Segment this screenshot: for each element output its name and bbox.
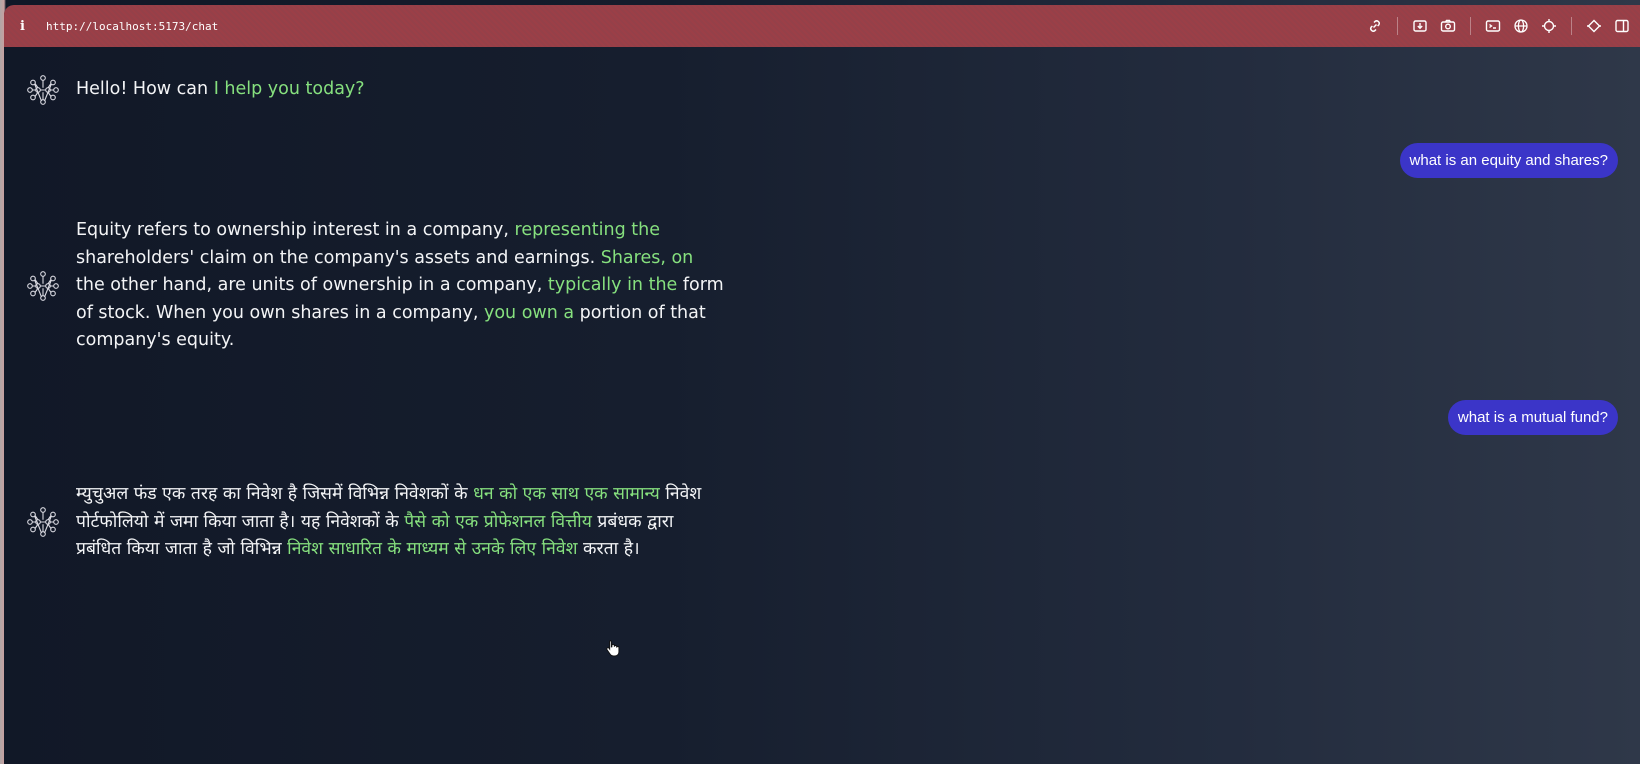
message-text-highlight: you own a: [483, 302, 575, 323]
url-bar[interactable]: http://localhost:5173/chat: [46, 20, 218, 33]
camera-icon[interactable]: [1434, 12, 1462, 40]
browser-toolbar: i http://localhost:5173/chat: [4, 5, 1640, 47]
message-text-highlight: पैसे को एक प्रोफेशनल वित्तीय: [404, 511, 592, 532]
bot-avatar-icon: [27, 270, 59, 301]
crosshair-icon[interactable]: [1535, 12, 1563, 40]
message-text: Hello! How can: [76, 79, 214, 100]
toolbar-tools: [1361, 5, 1640, 47]
message-text-highlight: I help you today?: [213, 79, 365, 100]
link-icon[interactable]: [1361, 12, 1389, 40]
chat-thread: Hello! How can I help you today? what is…: [4, 47, 1640, 764]
bot-avatar-icon: [27, 507, 59, 538]
hand-cursor-icon: [606, 640, 620, 657]
bot-message-text: म्युचुअल फंड एक तरह का निवेश है जिसमें व…: [76, 481, 716, 564]
bot-message-text: Hello! How can I help you today?: [76, 76, 726, 104]
bot-message: म्युचुअल फंड एक तरह का निवेश है जिसमें व…: [26, 481, 716, 564]
message-text: shareholders' claim on the company's ass…: [76, 247, 601, 268]
toolbar-divider: [1571, 17, 1572, 35]
sidebar-icon[interactable]: [1608, 12, 1636, 40]
message-text: the other hand, are units of ownership i…: [76, 275, 548, 295]
toolbar-divider: [1470, 17, 1471, 35]
message-text: म्युचुअल फंड एक तरह का निवेश है जिसमें व…: [76, 484, 474, 504]
extension-icon[interactable]: [1580, 12, 1608, 40]
user-message: what is a mutual fund?: [1447, 400, 1618, 435]
message-text-highlight: निवेश साधारित के माध्यम से उनके लिए निवे…: [287, 539, 578, 559]
globe-icon[interactable]: [1507, 12, 1535, 40]
terminal-icon[interactable]: [1479, 12, 1507, 40]
message-text-highlight: धन को एक साथ एक सामान्य: [473, 484, 660, 504]
message-text: करता है।: [577, 539, 640, 559]
browser-window: i http://localhost:5173/chat Hello! How …: [4, 5, 1640, 764]
message-text-highlight: representing the: [514, 220, 660, 240]
user-message: what is an equity and shares?: [1399, 143, 1618, 178]
message-text-highlight: Shares, on: [600, 247, 694, 268]
message-text-highlight: typically in the: [547, 275, 678, 295]
bot-message: Equity refers to ownership interest in a…: [26, 217, 726, 355]
bot-message-text: Equity refers to ownership interest in a…: [76, 217, 726, 355]
info-icon[interactable]: i: [20, 19, 34, 34]
message-text: Equity refers to ownership interest in a…: [76, 220, 515, 240]
download-icon[interactable]: [1406, 12, 1434, 40]
toolbar-divider: [1397, 17, 1398, 35]
bot-message: Hello! How can I help you today?: [26, 73, 726, 107]
bot-avatar-icon: [27, 75, 59, 105]
